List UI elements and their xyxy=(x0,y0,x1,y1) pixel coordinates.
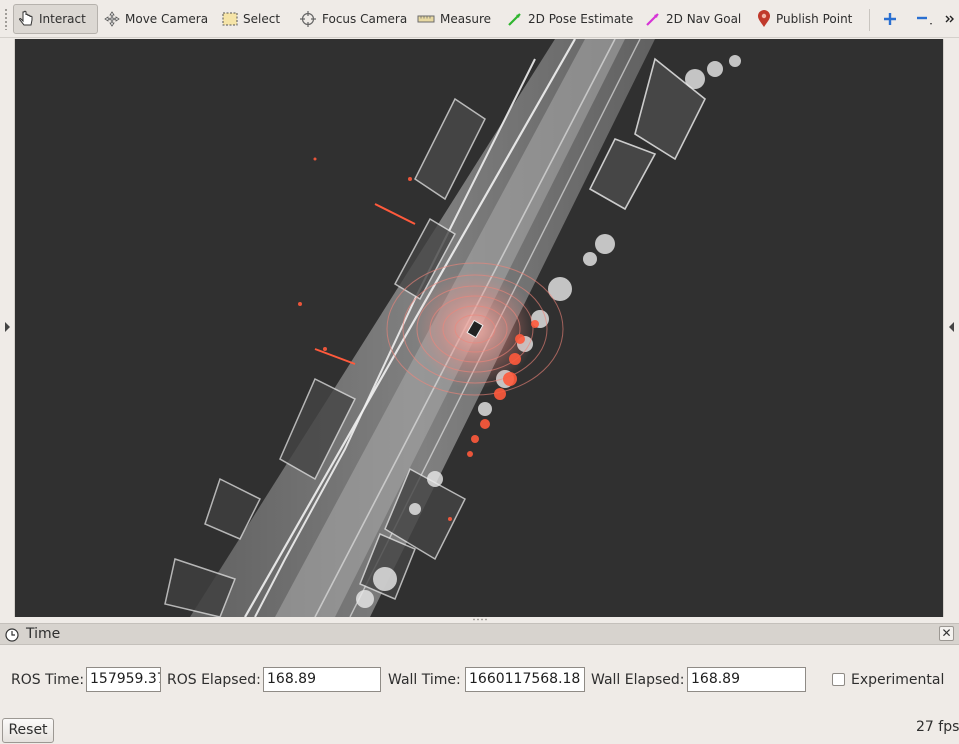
select-label: Select xyxy=(243,12,281,26)
experimental-label: Experimental xyxy=(851,672,945,688)
ros-elapsed-field[interactable]: 168.89 xyxy=(263,667,381,692)
tools-toolbar: Interact Move Camera Select Focus Camera… xyxy=(0,0,959,38)
green-arrow-icon xyxy=(508,13,521,26)
left-panel-toggle[interactable] xyxy=(0,39,15,617)
hand-pointer-icon xyxy=(19,10,33,26)
wall-elapsed-field[interactable]: 168.89 xyxy=(687,667,806,692)
wall-time-label: Wall Time: xyxy=(388,672,461,688)
remove-tool-button[interactable] xyxy=(910,4,938,34)
ruler-icon xyxy=(417,15,435,23)
measure-tool-button[interactable]: Measure xyxy=(413,4,495,34)
wall-time-field[interactable]: 1660117568.18 xyxy=(465,667,585,692)
magenta-arrow-icon xyxy=(646,13,659,26)
selection-rectangle-icon xyxy=(222,12,238,26)
reset-button[interactable]: Reset xyxy=(2,718,54,743)
focus-camera-label: Focus Camera xyxy=(322,12,408,26)
select-tool-button[interactable]: Select xyxy=(218,4,284,34)
focus-camera-tool-button[interactable]: Focus Camera xyxy=(295,4,411,34)
interact-label: Interact xyxy=(39,12,86,26)
publish-point-tool-button[interactable]: Publish Point xyxy=(753,4,856,34)
expand-right-icon xyxy=(5,322,10,332)
ros-time-field[interactable]: 157959.37 xyxy=(86,667,161,692)
move-arrows-icon xyxy=(104,11,120,27)
minus-icon xyxy=(917,16,932,25)
2d-nav-goal-tool-button[interactable]: 2D Nav Goal xyxy=(641,4,745,34)
right-panel-toggle[interactable] xyxy=(943,39,959,617)
measure-label: Measure xyxy=(440,12,491,26)
red-segment xyxy=(374,203,416,225)
ros-time-label: ROS Time: xyxy=(11,672,85,688)
ros-elapsed-label: ROS Elapsed: xyxy=(167,672,261,688)
close-panel-button[interactable]: ✕ xyxy=(939,626,954,641)
render-viewport[interactable] xyxy=(15,39,943,617)
toolbar-grip[interactable] xyxy=(4,8,8,30)
move-camera-tool-button[interactable]: Move Camera xyxy=(100,4,212,34)
2d-pose-estimate-tool-button[interactable]: 2D Pose Estimate xyxy=(503,4,637,34)
experimental-checkbox[interactable] xyxy=(832,673,845,686)
publish-point-label: Publish Point xyxy=(776,12,853,26)
time-panel-titlebar: Time ✕ xyxy=(0,623,959,645)
2d-nav-goal-label: 2D Nav Goal xyxy=(666,12,742,26)
interact-tool-button[interactable]: Interact xyxy=(13,4,98,34)
add-tool-button[interactable] xyxy=(878,4,902,34)
move-camera-label: Move Camera xyxy=(125,12,209,26)
map-pin-icon xyxy=(758,10,770,27)
fps-counter: 27 fps xyxy=(916,719,959,735)
plus-icon xyxy=(884,13,896,25)
red-segment xyxy=(314,348,356,365)
wall-elapsed-label: Wall Elapsed: xyxy=(591,672,685,688)
more-tools-button[interactable] xyxy=(940,4,959,34)
close-icon: ✕ xyxy=(941,626,952,640)
2d-pose-estimate-label: 2D Pose Estimate xyxy=(528,12,634,26)
crosshair-icon xyxy=(300,11,316,27)
toolbar-separator xyxy=(869,9,870,31)
clock-icon xyxy=(5,628,19,642)
time-panel-title: Time xyxy=(26,626,61,642)
point-cloud-render xyxy=(164,39,741,617)
double-chevron-right-icon xyxy=(945,15,954,23)
expand-left-icon xyxy=(949,322,954,332)
